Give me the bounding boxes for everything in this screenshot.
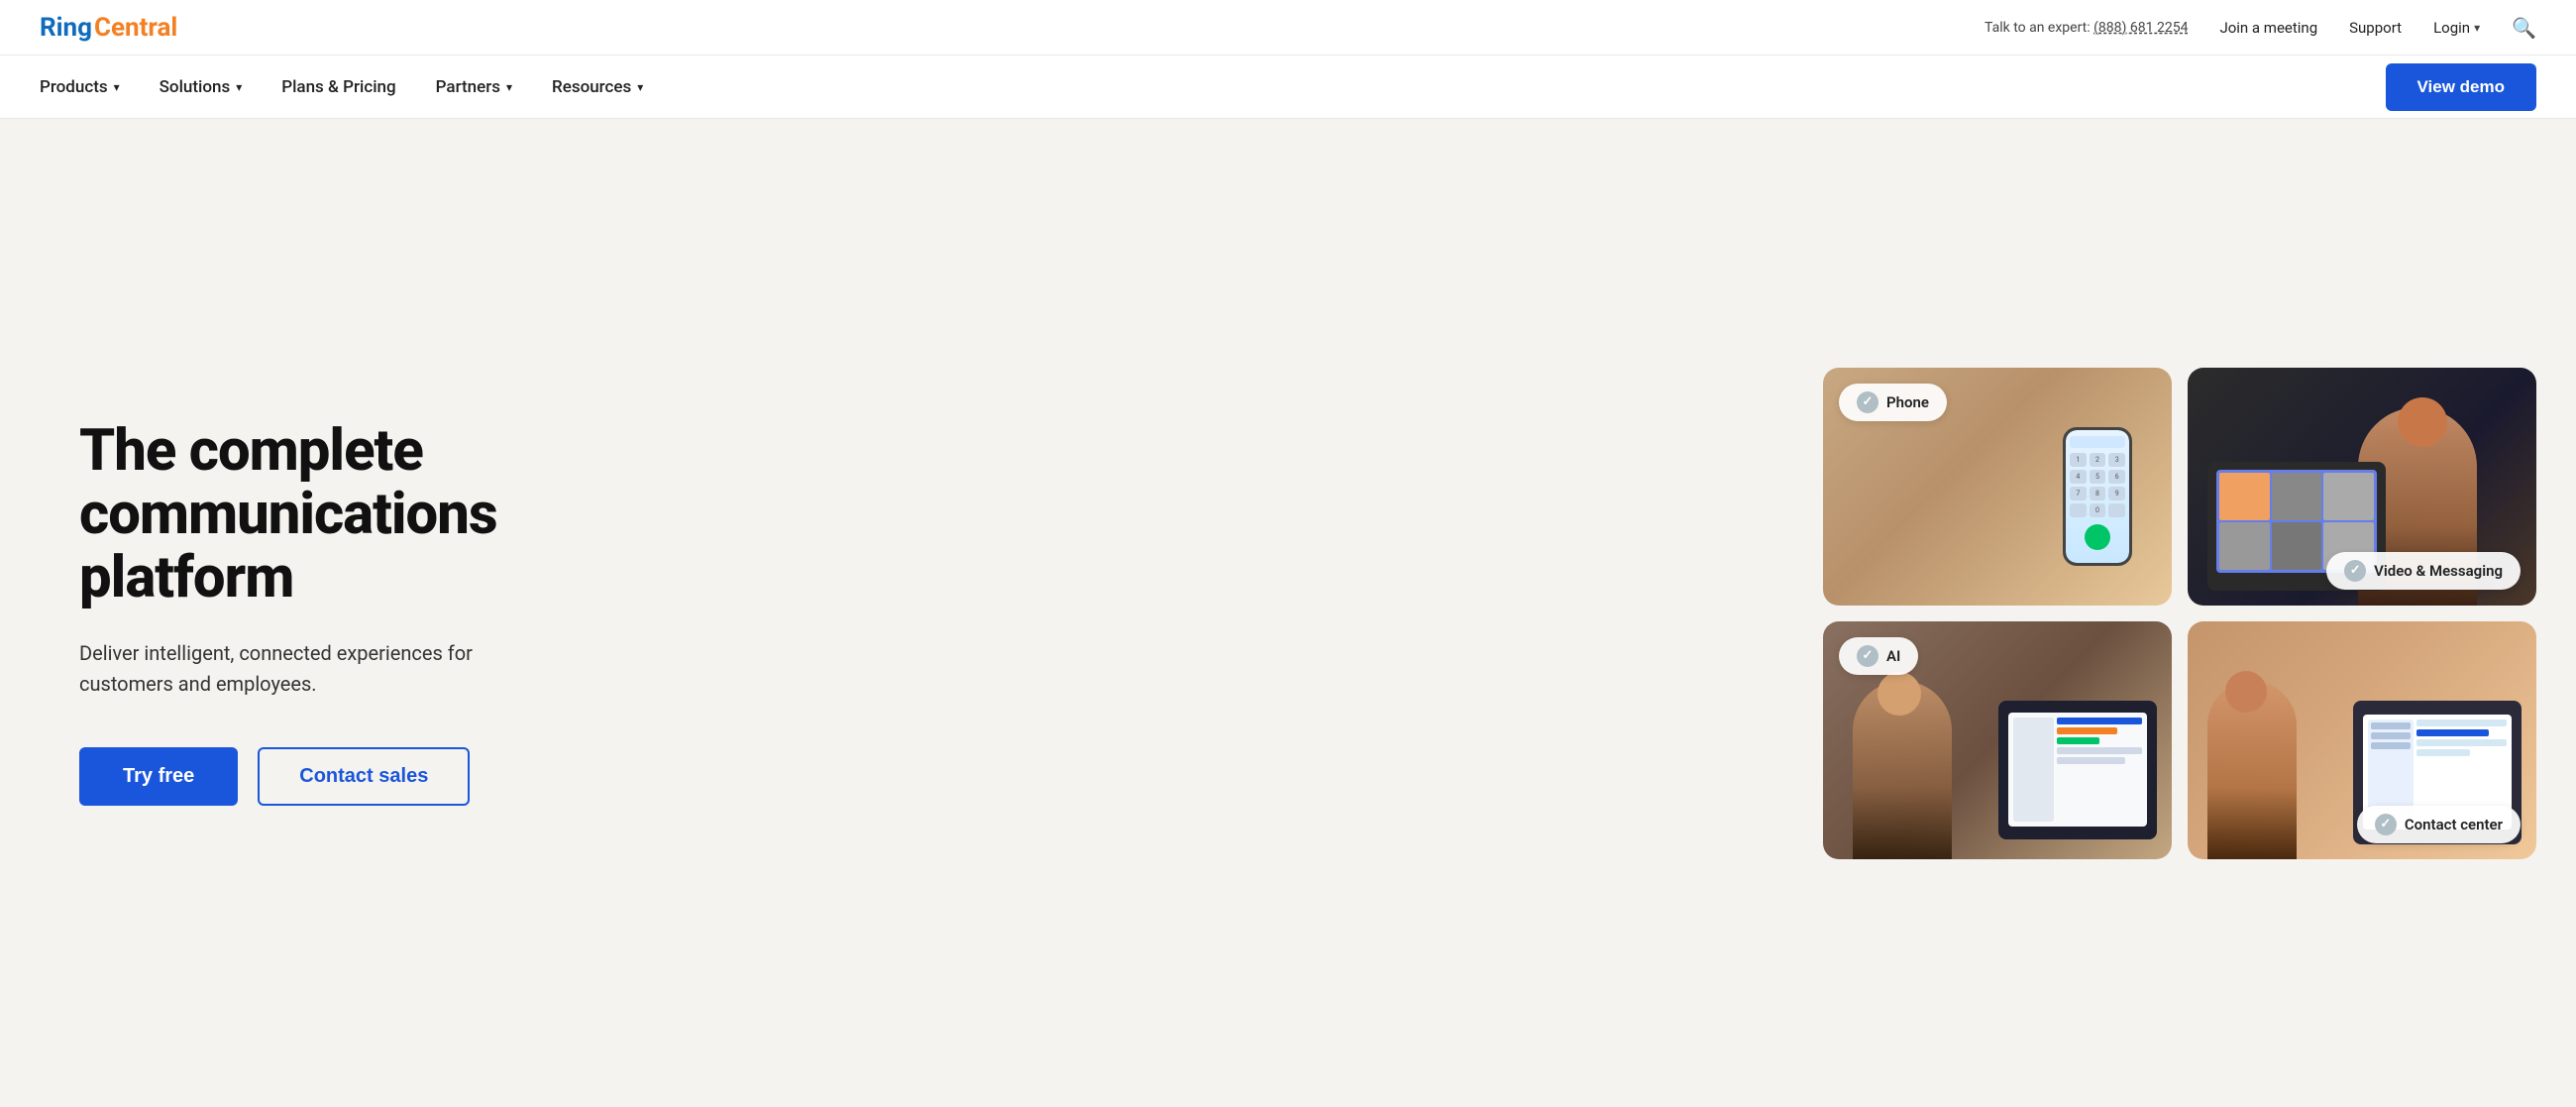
login-dropdown[interactable]: Login ▾ (2433, 19, 2480, 37)
search-icon[interactable]: 🔍 (2512, 16, 2536, 40)
video-card: ✓ Video & Messaging (2188, 368, 2536, 606)
ai-badge: ✓ AI (1839, 637, 1918, 675)
top-right: Talk to an expert: (888) 681 2254 Join a… (1985, 16, 2536, 40)
partners-chevron-icon: ▾ (506, 80, 512, 94)
hero-image-grid: 1 2 3 4 5 6 7 8 9 0 (1823, 368, 2536, 859)
nav-products[interactable]: Products ▾ (40, 77, 120, 97)
logo-central: Central (94, 13, 177, 43)
logo-ring: Ring (40, 13, 92, 43)
contact-check-icon: ✓ (2375, 814, 2397, 835)
nav-solutions[interactable]: Solutions ▾ (160, 77, 243, 97)
phone-badge: ✓ Phone (1839, 384, 1947, 421)
video-label: Video & Messaging (2374, 562, 2503, 580)
solutions-chevron-icon: ▾ (236, 80, 242, 94)
ai-card: ✓ AI (1823, 621, 2172, 859)
expert-phone[interactable]: (888) 681 2254 (2093, 20, 2188, 36)
nav-plans-pricing[interactable]: Plans & Pricing (281, 77, 395, 97)
nav-bar: Products ▾ Solutions ▾ Plans & Pricing P… (0, 55, 2576, 119)
hero-buttons: Try free Contact sales (79, 747, 674, 806)
contact-sales-button[interactable]: Contact sales (258, 747, 470, 806)
expert-text: Talk to an expert: (888) 681 2254 (1985, 20, 2188, 36)
nav-resources[interactable]: Resources ▾ (552, 77, 643, 97)
hero-section: The complete communications platform Del… (0, 119, 2576, 1107)
logo[interactable]: RingCentral (40, 13, 177, 43)
support-link[interactable]: Support (2349, 19, 2402, 37)
hero-heading: The complete communications platform (79, 420, 674, 609)
ai-label: AI (1886, 647, 1900, 665)
ai-check-icon: ✓ (1857, 645, 1878, 667)
contact-label: Contact center (2405, 816, 2503, 833)
products-chevron-icon: ▾ (114, 80, 120, 94)
nav-links: Products ▾ Solutions ▾ Plans & Pricing P… (40, 77, 643, 97)
join-meeting-link[interactable]: Join a meeting (2219, 19, 2317, 37)
video-check-icon: ✓ (2344, 560, 2366, 582)
phone-card: 1 2 3 4 5 6 7 8 9 0 (1823, 368, 2172, 606)
contact-badge: ✓ Contact center (2357, 806, 2521, 843)
video-badge: ✓ Video & Messaging (2326, 552, 2521, 590)
phone-check-icon: ✓ (1857, 391, 1878, 413)
hero-left: The complete communications platform Del… (79, 420, 674, 805)
nav-partners[interactable]: Partners ▾ (436, 77, 512, 97)
login-chevron-icon: ▾ (2474, 21, 2480, 35)
resources-chevron-icon: ▾ (637, 80, 643, 94)
top-bar: RingCentral Talk to an expert: (888) 681… (0, 0, 2576, 55)
view-demo-button[interactable]: View demo (2386, 63, 2537, 111)
phone-label: Phone (1886, 393, 1929, 411)
contact-card: ✓ Contact center (2188, 621, 2536, 859)
hero-subtext: Deliver intelligent, connected experienc… (79, 638, 535, 700)
login-label: Login (2433, 19, 2470, 37)
try-free-button[interactable]: Try free (79, 747, 238, 806)
